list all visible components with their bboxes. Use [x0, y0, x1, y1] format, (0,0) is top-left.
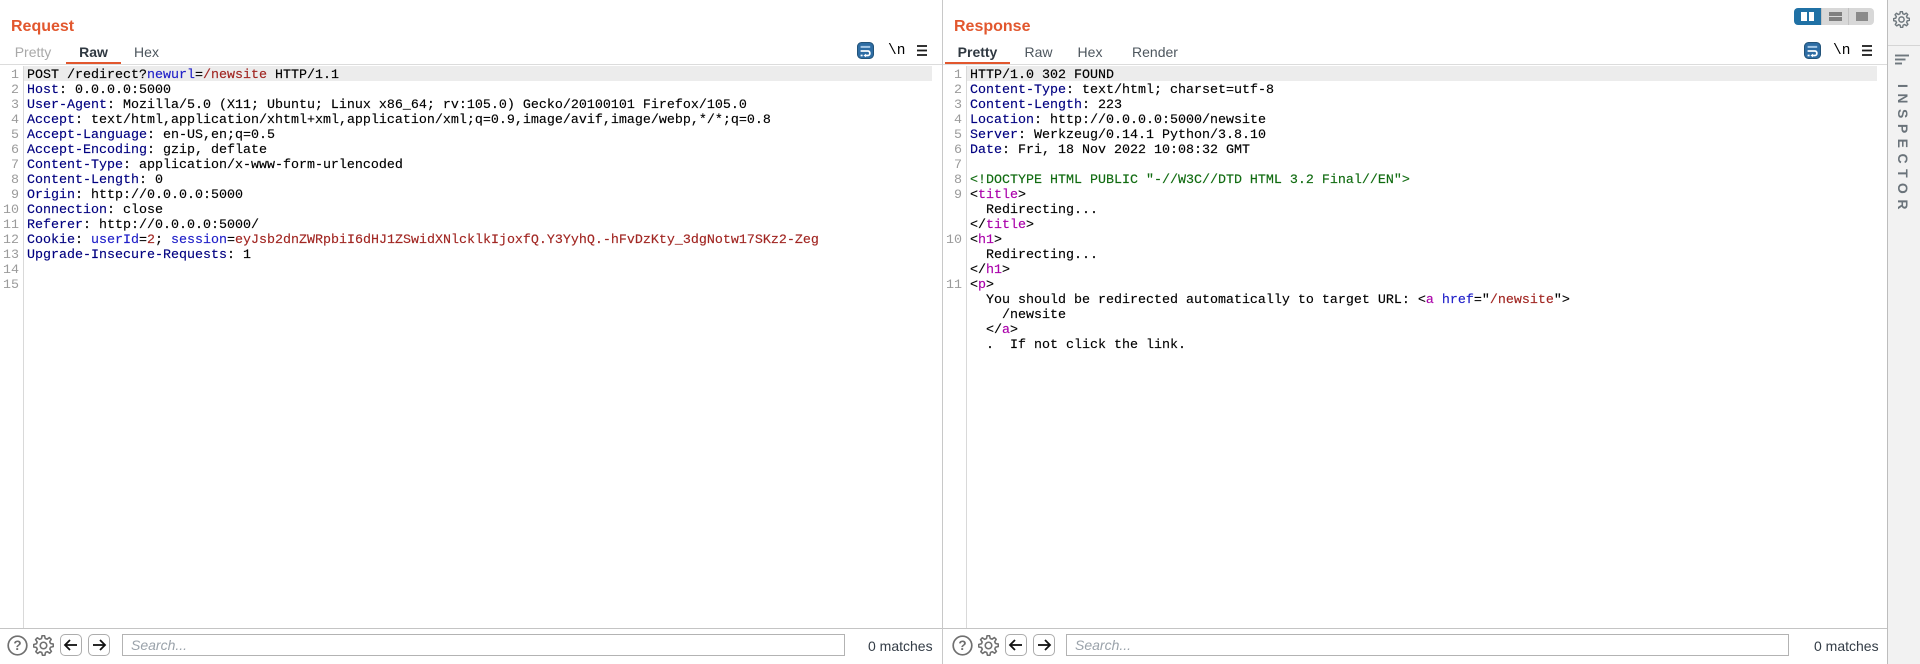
- svg-text:?: ?: [13, 638, 21, 653]
- svg-text:?: ?: [958, 638, 966, 653]
